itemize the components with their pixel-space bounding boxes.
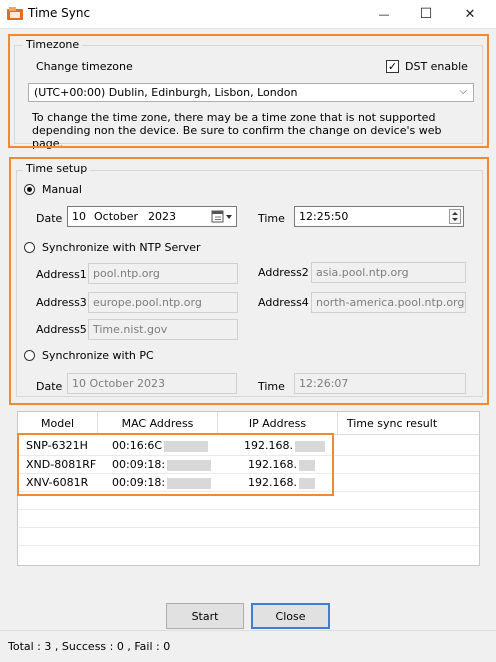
row-divider	[18, 527, 479, 528]
column-header-ip[interactable]: IP Address	[218, 412, 338, 434]
maximize-icon: ☐	[419, 6, 433, 22]
title-bar: Time Sync — ☐ ✕	[0, 0, 496, 29]
row-divider	[18, 509, 479, 510]
minimize-icon: —	[378, 7, 390, 21]
column-label: Model	[40, 416, 75, 430]
column-header-mac[interactable]: MAC Address	[98, 412, 218, 434]
column-label: IP Address	[248, 416, 307, 430]
maximize-button[interactable]: ☐	[406, 0, 446, 28]
minimize-button[interactable]: —	[364, 0, 404, 28]
device-rows-highlight	[17, 433, 334, 496]
close-icon: ✕	[464, 6, 476, 22]
row-divider	[18, 545, 479, 546]
window-title: Time Sync	[28, 6, 91, 20]
column-header-model[interactable]: Model	[18, 412, 98, 434]
close-button[interactable]: Close	[251, 603, 330, 629]
status-text: Total : 3 , Success : 0 , Fail : 0	[8, 640, 171, 653]
close-window-button[interactable]: ✕	[450, 0, 490, 28]
app-icon	[7, 7, 23, 20]
column-header-result[interactable]: Time sync result	[338, 412, 446, 434]
column-label: MAC Address	[121, 416, 194, 430]
status-bar: Total : 3 , Success : 0 , Fail : 0	[0, 630, 496, 662]
timezone-highlight	[8, 34, 489, 148]
column-label: Time sync result	[346, 416, 438, 430]
time-setup-highlight	[9, 157, 489, 405]
start-button[interactable]: Start	[166, 603, 244, 629]
